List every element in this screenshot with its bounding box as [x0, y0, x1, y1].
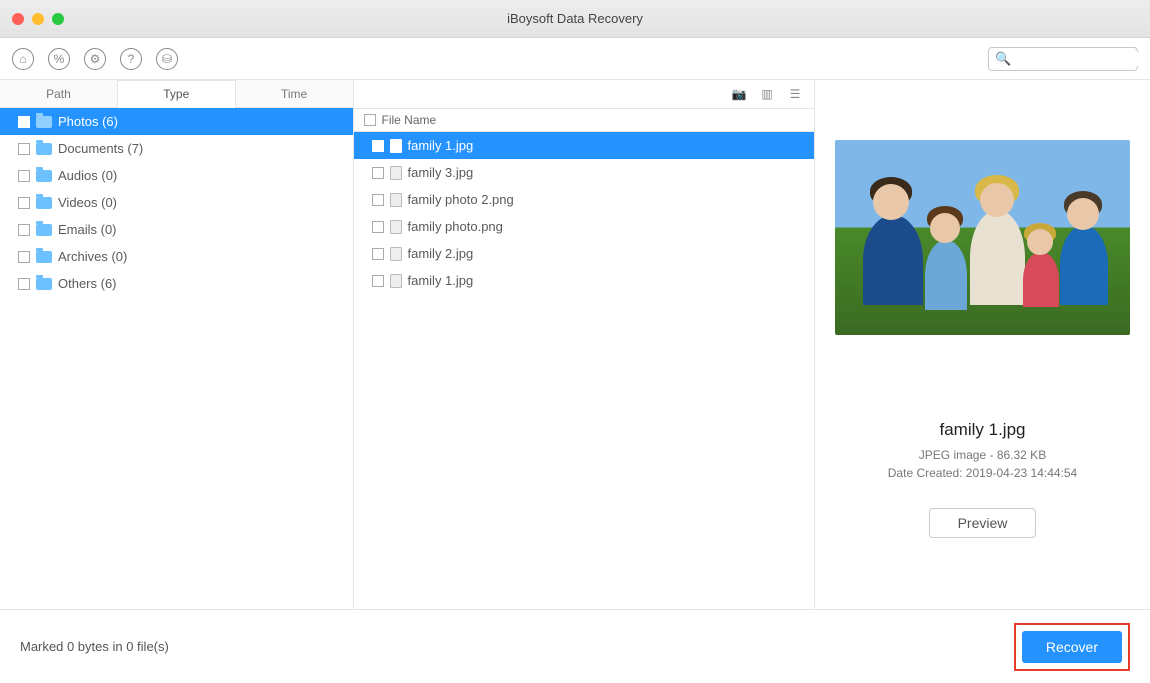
tab-type[interactable]: Type	[118, 80, 236, 108]
column-view-icon[interactable]: ▥	[758, 85, 776, 103]
close-window-button[interactable]	[12, 13, 24, 25]
maximize-window-button[interactable]	[52, 13, 64, 25]
folder-icon	[36, 278, 52, 290]
category-item[interactable]: Videos (0)	[0, 189, 353, 216]
category-checkbox[interactable]	[18, 170, 30, 182]
file-item[interactable]: family 3.jpg	[354, 159, 815, 186]
category-label: Documents (7)	[58, 141, 143, 156]
file-name: family 3.jpg	[408, 165, 474, 180]
category-item[interactable]: Documents (7)	[0, 135, 353, 162]
file-checkbox[interactable]	[372, 140, 384, 152]
category-list: Photos (6) Documents (7) Audios (0) Videos …	[0, 108, 353, 609]
file-name: family 1.jpg	[408, 138, 474, 153]
search-field[interactable]: 🔍 ⓧ	[988, 47, 1138, 71]
sidebar-tabs: Path Type Time	[0, 80, 353, 108]
settings-icon[interactable]: ⚙	[84, 48, 106, 70]
search-input[interactable]	[1011, 52, 1150, 66]
help-icon[interactable]: ?	[120, 48, 142, 70]
file-name: family 1.jpg	[408, 273, 474, 288]
preview-filetype: JPEG image - 86.32 KB	[919, 448, 1046, 462]
preview-thumbnail	[835, 140, 1130, 335]
file-icon	[390, 193, 402, 207]
file-item[interactable]: family 1.jpg	[354, 267, 815, 294]
preview-date: Date Created: 2019-04-23 14:44:54	[888, 466, 1077, 480]
file-icon	[390, 274, 402, 288]
folder-icon	[36, 197, 52, 209]
category-label: Archives (0)	[58, 249, 127, 264]
window-controls	[12, 13, 64, 25]
main-content: Path Type Time Photos (6) Documents (7) Au…	[0, 80, 1150, 609]
search-icon: 🔍	[995, 51, 1011, 67]
file-icon	[390, 247, 402, 261]
toolbar: ⌂ % ⚙ ? ⛁ 🔍 ⓧ	[0, 38, 1150, 80]
sidebar: Path Type Time Photos (6) Documents (7) Au…	[0, 80, 354, 609]
file-checkbox[interactable]	[372, 275, 384, 287]
file-list: family 1.jpg family 3.jpg family photo 2.p…	[354, 132, 815, 609]
category-label: Videos (0)	[58, 195, 117, 210]
file-name: family photo.png	[408, 219, 503, 234]
select-all-checkbox[interactable]	[364, 114, 376, 126]
category-checkbox[interactable]	[18, 143, 30, 155]
list-view-icon[interactable]: ☰	[786, 85, 804, 103]
category-item[interactable]: Audios (0)	[0, 162, 353, 189]
recover-button[interactable]: Recover	[1022, 631, 1122, 663]
preview-filename: family 1.jpg	[940, 420, 1026, 440]
filter-icon[interactable]: %	[48, 48, 70, 70]
preview-button[interactable]: Preview	[929, 508, 1037, 538]
folder-icon	[36, 143, 52, 155]
cart-icon[interactable]: ⛁	[156, 48, 178, 70]
file-item[interactable]: family 2.jpg	[354, 240, 815, 267]
folder-icon	[36, 251, 52, 263]
preview-panel: family 1.jpg JPEG image - 86.32 KB Date …	[815, 80, 1150, 609]
category-checkbox[interactable]	[18, 278, 30, 290]
category-checkbox[interactable]	[18, 116, 30, 128]
file-name: family photo 2.png	[408, 192, 514, 207]
category-label: Photos (6)	[58, 114, 118, 129]
folder-icon	[36, 116, 52, 128]
window-title: iBoysoft Data Recovery	[0, 11, 1150, 26]
file-item[interactable]: family photo 2.png	[354, 186, 815, 213]
folder-icon	[36, 224, 52, 236]
category-label: Emails (0)	[58, 222, 117, 237]
file-item[interactable]: family 1.jpg	[354, 132, 815, 159]
file-icon	[390, 166, 402, 180]
titlebar: iBoysoft Data Recovery	[0, 0, 1150, 38]
file-item[interactable]: family photo.png	[354, 213, 815, 240]
file-column: 📷 ▥ ☰ File Name family 1.jpg family 3.jpg…	[354, 80, 816, 609]
file-column-header: 📷 ▥ ☰	[354, 80, 815, 108]
file-checkbox[interactable]	[372, 248, 384, 260]
file-checkbox[interactable]	[372, 221, 384, 233]
minimize-window-button[interactable]	[32, 13, 44, 25]
footer: Marked 0 bytes in 0 file(s) Recover	[0, 609, 1150, 683]
file-header-row: File Name	[354, 108, 815, 132]
folder-icon	[36, 170, 52, 182]
category-checkbox[interactable]	[18, 197, 30, 209]
marked-status: Marked 0 bytes in 0 file(s)	[20, 639, 169, 654]
recover-highlight: Recover	[1014, 623, 1130, 671]
category-label: Audios (0)	[58, 168, 117, 183]
category-checkbox[interactable]	[18, 224, 30, 236]
category-item[interactable]: Photos (6)	[0, 108, 353, 135]
category-item[interactable]: Others (6)	[0, 270, 353, 297]
file-checkbox[interactable]	[372, 167, 384, 179]
file-name: family 2.jpg	[408, 246, 474, 261]
file-name-header: File Name	[382, 113, 437, 127]
tab-time[interactable]: Time	[236, 80, 353, 107]
file-icon	[390, 139, 402, 153]
tab-path[interactable]: Path	[0, 80, 118, 107]
home-icon[interactable]: ⌂	[12, 48, 34, 70]
category-label: Others (6)	[58, 276, 117, 291]
file-icon	[390, 220, 402, 234]
category-item[interactable]: Emails (0)	[0, 216, 353, 243]
category-item[interactable]: Archives (0)	[0, 243, 353, 270]
category-checkbox[interactable]	[18, 251, 30, 263]
camera-icon[interactable]: 📷	[730, 85, 748, 103]
file-checkbox[interactable]	[372, 194, 384, 206]
